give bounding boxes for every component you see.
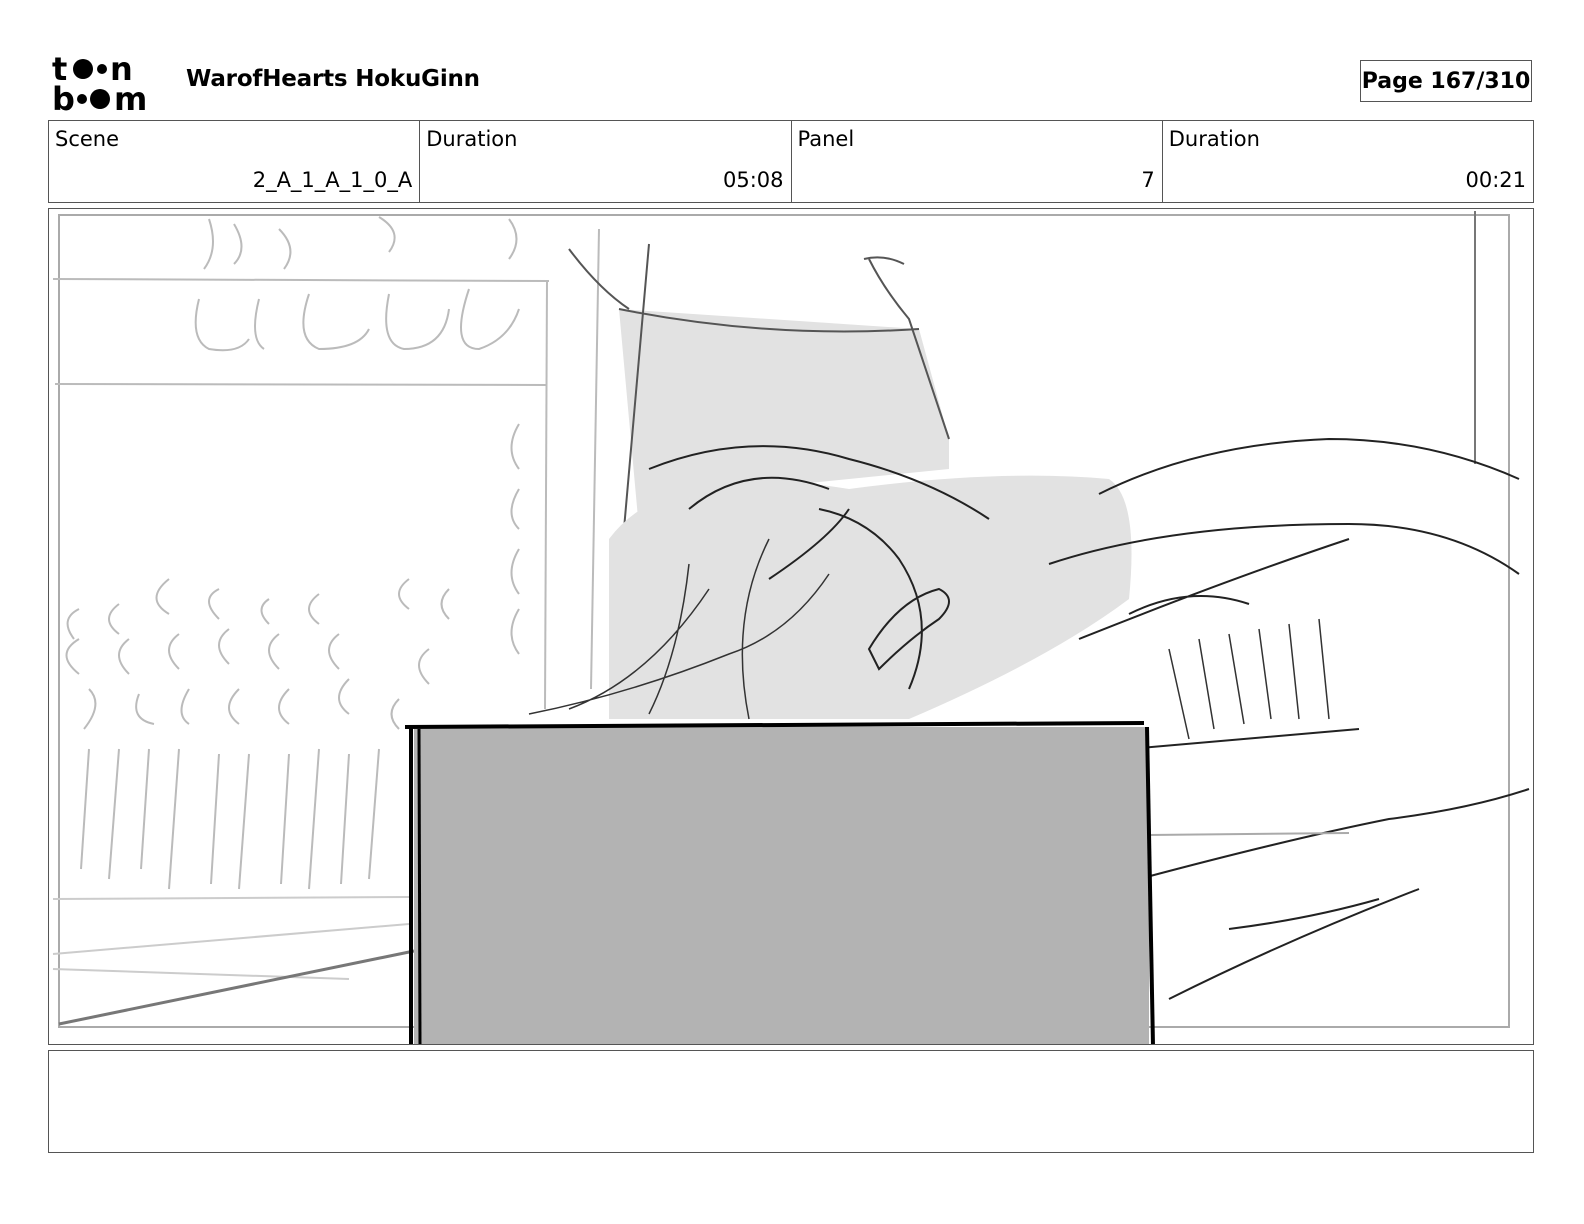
scene-duration-label: Duration	[426, 127, 518, 151]
svg-text:m: m	[114, 80, 147, 112]
page-indicator: Page 167/310	[1360, 60, 1532, 102]
panel-notes-box	[48, 1050, 1534, 1153]
project-title: WarofHearts HokuGinn	[186, 66, 480, 92]
scene-cell: Scene 2_A_1_A_1_0_A	[49, 121, 421, 202]
scene-duration-cell: Duration 05:08	[420, 121, 792, 202]
storyboard-panel-image	[48, 208, 1534, 1045]
storyboard-sketch-icon	[52, 211, 1530, 1044]
scene-label: Scene	[55, 127, 120, 151]
scene-value: 2_A_1_A_1_0_A	[252, 168, 413, 192]
page-label: Page 167/310	[1361, 68, 1531, 94]
panel-duration-cell: Duration 00:21	[1163, 121, 1533, 202]
svg-text:b: b	[52, 80, 75, 112]
panel-value: 7	[1141, 168, 1155, 192]
panel-label: Panel	[797, 127, 855, 151]
panel-duration-label: Duration	[1168, 127, 1260, 151]
panel-cell: Panel 7	[792, 121, 1163, 202]
toon-boom-logo: t n b m	[50, 50, 166, 118]
scene-duration-value: 05:08	[722, 168, 784, 192]
panel-info-table: Scene 2_A_1_A_1_0_A Duration 05:08 Panel…	[48, 120, 1534, 203]
panel-duration-value: 00:21	[1465, 168, 1526, 192]
